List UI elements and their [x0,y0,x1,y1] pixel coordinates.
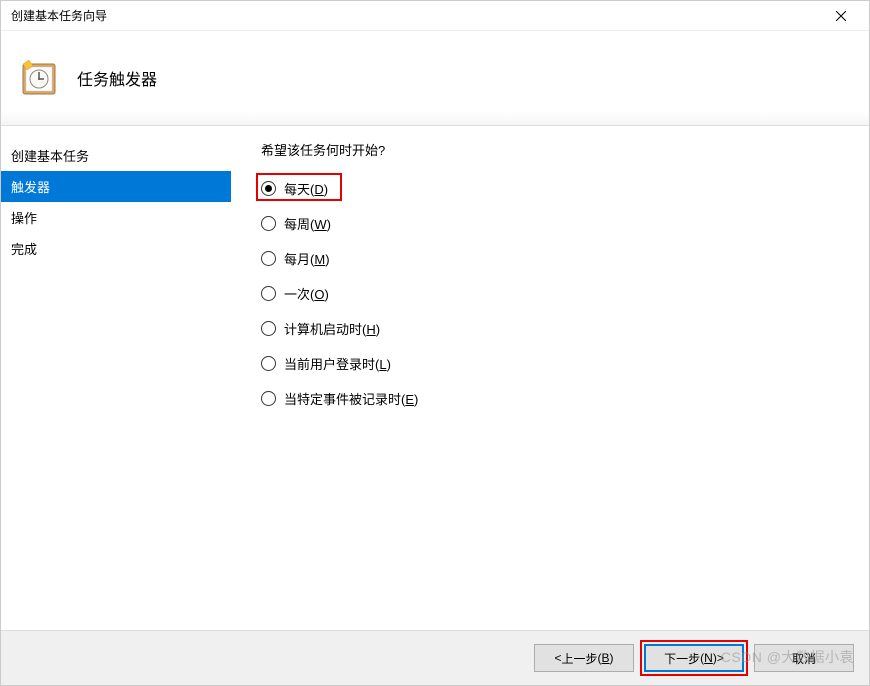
wizard-header: 任务触发器 [1,31,869,126]
sidebar-item-create-task[interactable]: 创建基本任务 [1,140,231,171]
close-icon [836,11,846,21]
radio-option-once[interactable]: 一次(O) [261,284,869,303]
wizard-footer: < 上一步(B) 下一步(N) > 取消 CSDN @大数据小袁 [1,630,869,685]
wizard-step-title: 任务触发器 [77,66,157,90]
back-button[interactable]: < 上一步(B) [534,644,634,672]
wizard-window: 创建基本任务向导 任务触发器 创建基本任务 触发器 操作 [0,0,870,686]
radio-option-logon[interactable]: 当前用户登录时(L) [261,354,869,373]
radio-label: 每天(D) [284,179,328,198]
radio-option-event[interactable]: 当特定事件被记录时(E) [261,389,869,408]
radio-icon [261,251,276,266]
main-panel: 希望该任务何时开始? 每天(D) 每周(W) 每月(M) 一次 [231,126,869,630]
content-area: 创建基本任务 触发器 操作 完成 希望该任务何时开始? 每天(D) 每周(W) [1,126,869,630]
radio-label: 每月(M) [284,249,330,268]
radio-option-daily[interactable]: 每天(D) [261,179,869,198]
titlebar: 创建基本任务向导 [1,1,869,31]
radio-option-monthly[interactable]: 每月(M) [261,249,869,268]
trigger-radio-group: 每天(D) 每周(W) 每月(M) 一次(O) 计算机启动 [261,179,869,408]
trigger-question: 希望该任务何时开始? [261,140,869,159]
clock-icon [19,58,59,98]
radio-icon [261,216,276,231]
close-button[interactable] [821,2,861,30]
cancel-button[interactable]: 取消 [754,644,854,672]
radio-icon [261,391,276,406]
radio-icon [261,181,276,196]
sidebar-item-action[interactable]: 操作 [1,202,231,233]
radio-option-startup[interactable]: 计算机启动时(H) [261,319,869,338]
next-button[interactable]: 下一步(N) > [644,644,744,672]
wizard-sidebar: 创建基本任务 触发器 操作 完成 [1,126,231,630]
radio-label: 每周(W) [284,214,331,233]
radio-option-weekly[interactable]: 每周(W) [261,214,869,233]
radio-icon [261,321,276,336]
radio-label: 当前用户登录时(L) [284,354,391,373]
window-title: 创建基本任务向导 [11,7,107,24]
next-button-wrapper: 下一步(N) > [644,644,744,672]
radio-label: 当特定事件被记录时(E) [284,389,418,408]
radio-label: 一次(O) [284,284,329,303]
radio-icon [261,356,276,371]
sidebar-item-finish[interactable]: 完成 [1,233,231,264]
sidebar-item-trigger[interactable]: 触发器 [1,171,231,202]
radio-label: 计算机启动时(H) [284,319,380,338]
radio-icon [261,286,276,301]
